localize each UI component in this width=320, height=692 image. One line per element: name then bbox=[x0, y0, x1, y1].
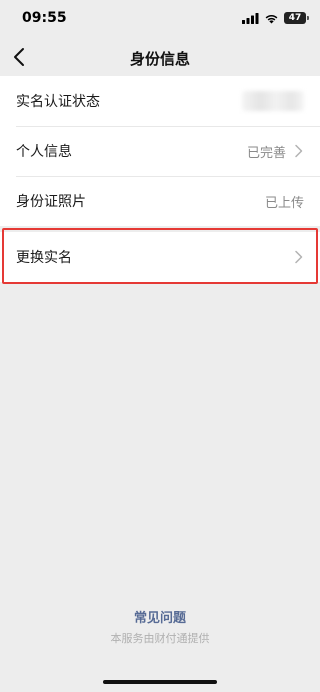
row-value: 已上传 bbox=[264, 195, 304, 211]
row-label: 实名认证状态 bbox=[16, 94, 100, 110]
status-value-redacted bbox=[242, 91, 304, 111]
signal-icon bbox=[242, 12, 259, 24]
faq-link[interactable]: 常见问题 bbox=[0, 607, 320, 626]
row-label: 身份证照片 bbox=[16, 194, 86, 210]
wifi-icon bbox=[265, 14, 278, 23]
row-change-real-name[interactable]: 更换实名 bbox=[0, 232, 320, 282]
battery-icon: 47 bbox=[284, 12, 309, 24]
status-icons: 47 bbox=[242, 11, 309, 25]
row-id-photo[interactable]: 身份证照片 已上传 bbox=[0, 176, 320, 226]
row-value: 已完善 bbox=[246, 145, 286, 161]
change-name-group: 更换实名 bbox=[0, 232, 320, 282]
status-bar: 09:55 47 bbox=[0, 0, 320, 38]
status-time: 09:55 bbox=[22, 10, 67, 26]
home-indicator bbox=[103, 680, 217, 684]
row-label: 更换实名 bbox=[16, 250, 72, 266]
row-verification-status: 实名认证状态 bbox=[0, 76, 320, 126]
row-personal-info[interactable]: 个人信息 已完善 bbox=[0, 126, 320, 176]
row-label: 个人信息 bbox=[16, 144, 72, 160]
nav-bar: 身份信息 bbox=[0, 38, 320, 76]
provider-note: 本服务由财付通提供 bbox=[110, 632, 210, 645]
info-group: 实名认证状态 个人信息 已完善 身份证照片 已上传 bbox=[0, 76, 320, 226]
chevron-right-icon bbox=[295, 144, 303, 158]
chevron-right-icon bbox=[295, 250, 303, 264]
page-title: 身份信息 bbox=[129, 50, 190, 68]
battery-level: 47 bbox=[288, 13, 302, 23]
